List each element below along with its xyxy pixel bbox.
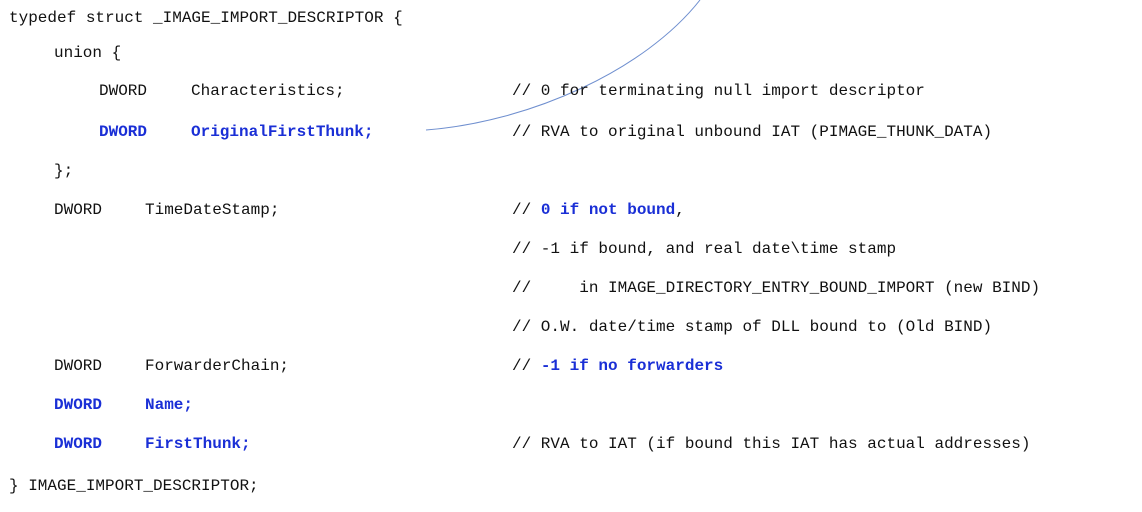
comment-prefix: //	[512, 357, 541, 375]
field-type-original-first-thunk: DWORD	[99, 123, 148, 141]
comment-line-bound: // -1 if bound, and real date\time stamp	[512, 240, 897, 258]
comment-line-old-bind: // O.W. date/time stamp of DLL bound to …	[512, 318, 993, 336]
field-name-name: Name;	[145, 396, 194, 414]
comment-bold-no-forwarders: -1 if no forwarders	[540, 357, 724, 375]
field-type-first-thunk: DWORD	[54, 435, 103, 453]
field-name-forwarder-chain: ForwarderChain;	[145, 357, 290, 375]
struct-footer: } IMAGE_IMPORT_DESCRIPTOR;	[9, 477, 259, 495]
field-type-characteristics: DWORD	[99, 82, 148, 100]
union-close: };	[54, 162, 74, 180]
field-type-forwarder-chain: DWORD	[54, 357, 103, 375]
comment-prefix: //	[512, 201, 541, 219]
union-open: union {	[54, 44, 122, 62]
field-name-time-date-stamp: TimeDateStamp;	[145, 201, 280, 219]
field-type-time-date-stamp: DWORD	[54, 201, 103, 219]
field-name-characteristics: Characteristics;	[191, 82, 345, 100]
comment-suffix: ,	[675, 201, 685, 219]
struct-header: typedef struct _IMAGE_IMPORT_DESCRIPTOR …	[9, 9, 403, 27]
field-name-first-thunk: FirstThunk;	[145, 435, 251, 453]
comment-forwarder-chain: // -1 if no forwarders	[512, 356, 723, 376]
comment-original-first-thunk: // RVA to original unbound IAT (PIMAGE_T…	[512, 123, 993, 141]
comment-first-thunk: // RVA to IAT (if bound this IAT has act…	[512, 435, 1031, 453]
comment-characteristics: // 0 for terminating null import descrip…	[512, 82, 925, 100]
field-type-name: DWORD	[54, 396, 103, 414]
comment-line-bound-import: // in IMAGE_DIRECTORY_ENTRY_BOUND_IMPORT…	[512, 279, 1041, 297]
field-name-original-first-thunk: OriginalFirstThunk;	[191, 123, 374, 141]
comment-time-date-stamp: // 0 if not bound,	[512, 200, 685, 220]
comment-bold-not-bound: 0 if not bound	[540, 201, 676, 219]
